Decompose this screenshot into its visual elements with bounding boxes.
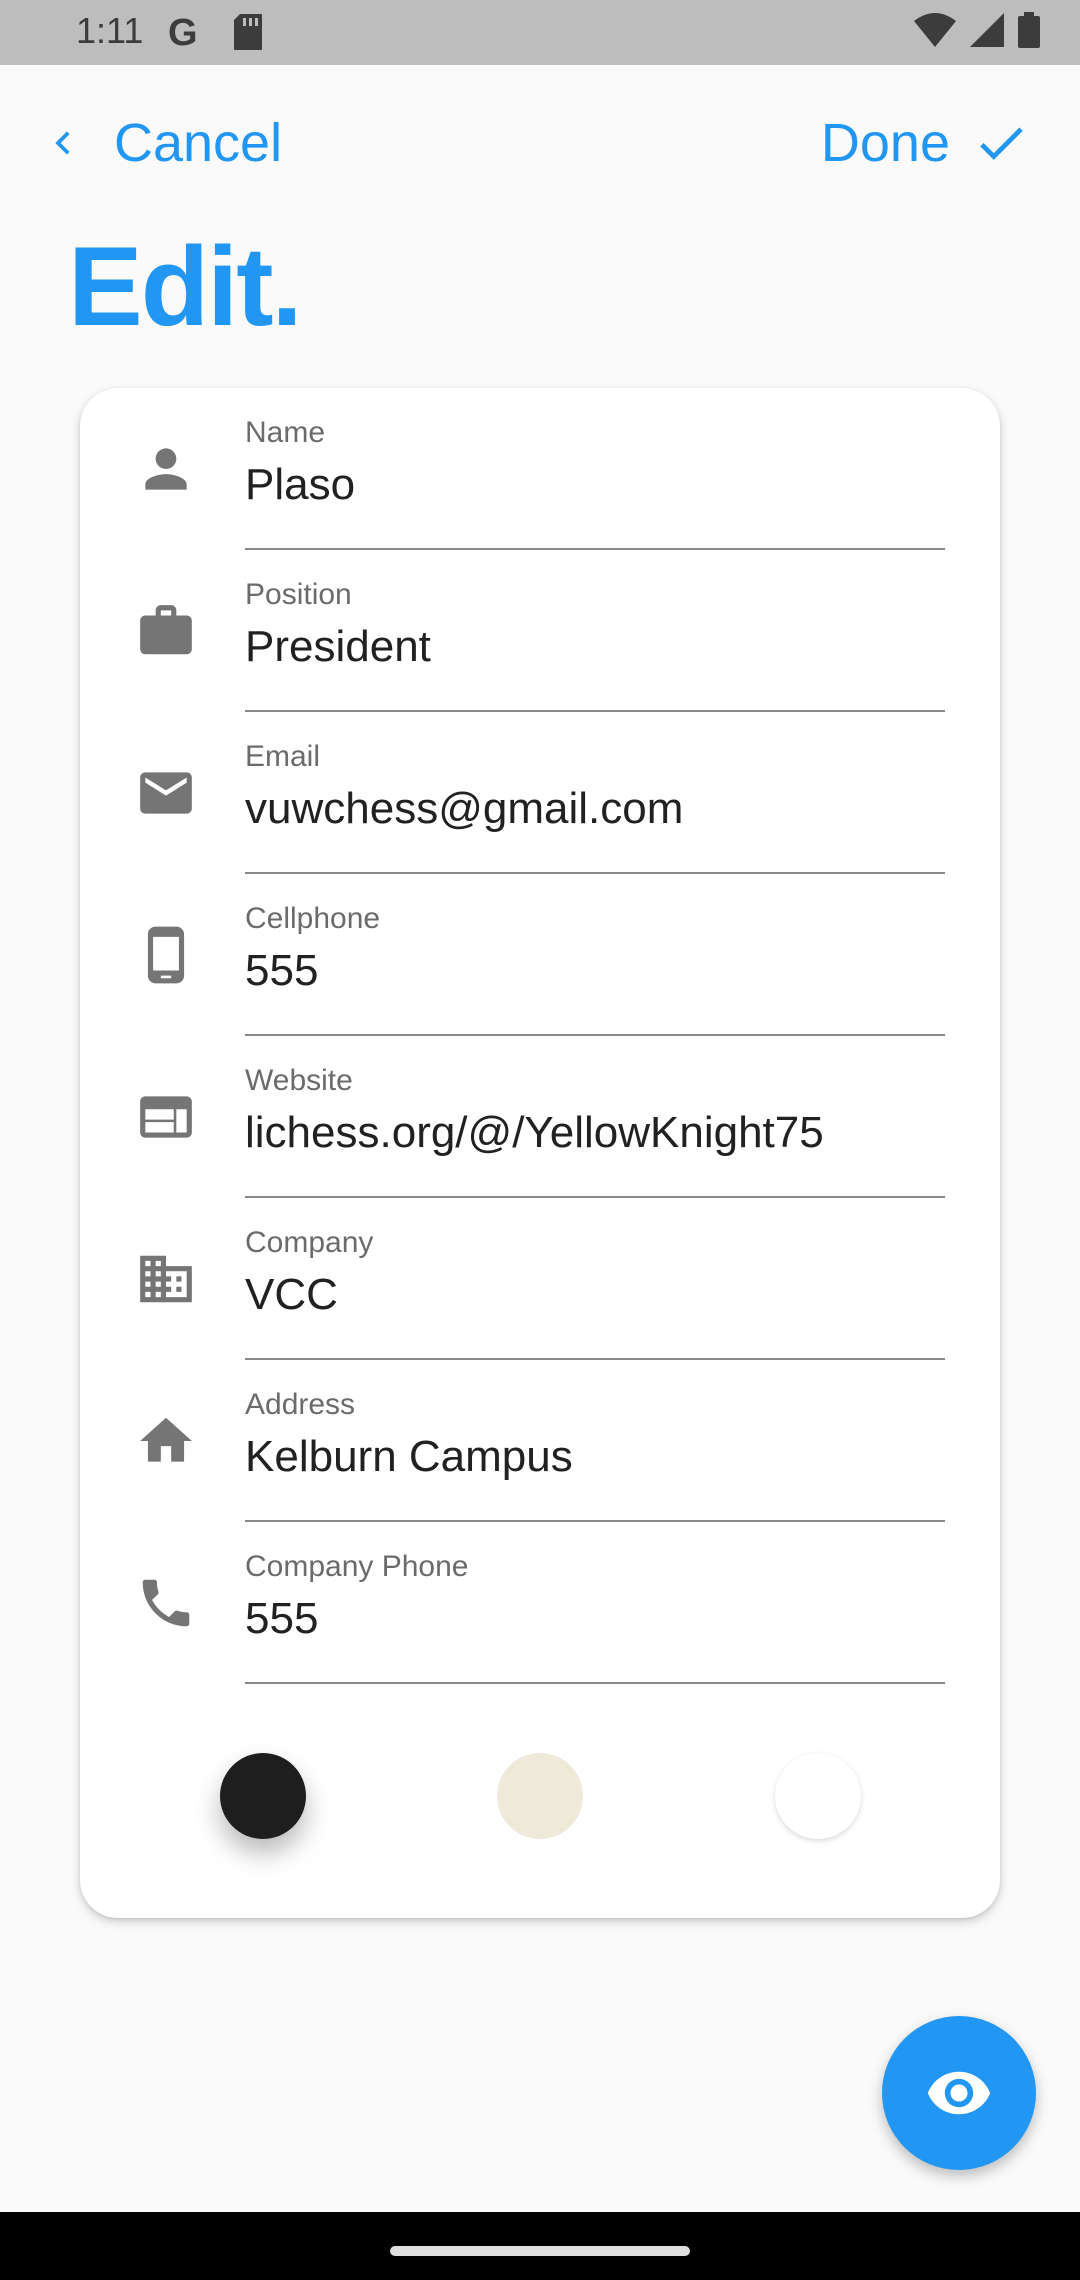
signal-icon bbox=[970, 13, 1004, 52]
field-value[interactable]: Kelburn Campus bbox=[245, 1432, 573, 1482]
cellphone-field[interactable]: Cellphone 555 bbox=[80, 874, 1000, 1036]
top-bar: Cancel Done bbox=[0, 100, 1080, 190]
swatch-black[interactable] bbox=[220, 1753, 306, 1839]
color-swatches bbox=[80, 1753, 1000, 1853]
done-button[interactable]: Done bbox=[821, 112, 1030, 174]
field-value[interactable]: 555 bbox=[245, 946, 318, 996]
email-icon bbox=[140, 772, 192, 814]
field-label: Company bbox=[245, 1226, 374, 1259]
eye-icon bbox=[927, 2071, 991, 2115]
status-bar: 1:11 G bbox=[0, 0, 1080, 65]
chevron-left-icon bbox=[55, 131, 70, 155]
field-value[interactable]: Plaso bbox=[245, 460, 355, 510]
company-field[interactable]: Company VCC bbox=[80, 1198, 1000, 1360]
name-field[interactable]: Name Plaso bbox=[80, 388, 1000, 550]
building-icon bbox=[140, 1255, 192, 1303]
field-underline bbox=[245, 1682, 945, 1684]
briefcase-icon bbox=[140, 605, 192, 655]
field-label: Address bbox=[245, 1388, 356, 1421]
swatch-white[interactable] bbox=[775, 1753, 861, 1839]
person-icon bbox=[145, 448, 187, 490]
position-field[interactable]: Position President bbox=[80, 550, 1000, 712]
field-value[interactable]: President bbox=[245, 622, 431, 672]
cancel-button[interactable]: Cancel bbox=[40, 112, 282, 174]
sd-card-icon bbox=[234, 14, 262, 55]
email-field[interactable]: Email vuwchess@gmail.com bbox=[80, 712, 1000, 874]
swatch-cream[interactable] bbox=[497, 1753, 583, 1839]
google-icon: G bbox=[168, 12, 198, 54]
check-icon bbox=[980, 127, 1023, 160]
field-label: Email bbox=[245, 740, 321, 773]
field-value[interactable]: vuwchess@gmail.com bbox=[245, 784, 683, 834]
wifi-icon bbox=[914, 13, 956, 52]
website-field[interactable]: Website lichess.org/@/YellowKnight75 bbox=[80, 1036, 1000, 1198]
field-value[interactable]: lichess.org/@/YellowKnight75 bbox=[245, 1108, 824, 1158]
field-value[interactable]: 555 bbox=[245, 1594, 318, 1644]
field-label: Website bbox=[245, 1064, 353, 1097]
phone-icon bbox=[142, 1579, 190, 1627]
status-time: 1:11 bbox=[76, 10, 144, 51]
home-gesture-handle[interactable] bbox=[390, 2246, 690, 2256]
company-phone-field[interactable]: Company Phone 555 bbox=[80, 1522, 1000, 1684]
web-icon bbox=[140, 1096, 192, 1138]
field-label: Name bbox=[245, 416, 326, 449]
field-label: Position bbox=[245, 578, 352, 611]
preview-fab[interactable] bbox=[882, 2016, 1036, 2170]
page-title: Edit. bbox=[68, 224, 303, 349]
field-label: Cellphone bbox=[245, 902, 381, 935]
navigation-bar bbox=[0, 2212, 1080, 2280]
contact-form-card: Name Plaso Position President Email vuwc… bbox=[80, 388, 1000, 1918]
battery-icon bbox=[1018, 12, 1040, 53]
field-label: Company Phone bbox=[245, 1550, 469, 1583]
field-value[interactable]: VCC bbox=[245, 1270, 338, 1320]
done-label: Done bbox=[820, 113, 950, 173]
smartphone-icon bbox=[147, 926, 185, 984]
address-field[interactable]: Address Kelburn Campus bbox=[80, 1360, 1000, 1522]
home-icon bbox=[140, 1417, 192, 1462]
cancel-label: Cancel bbox=[114, 113, 283, 173]
